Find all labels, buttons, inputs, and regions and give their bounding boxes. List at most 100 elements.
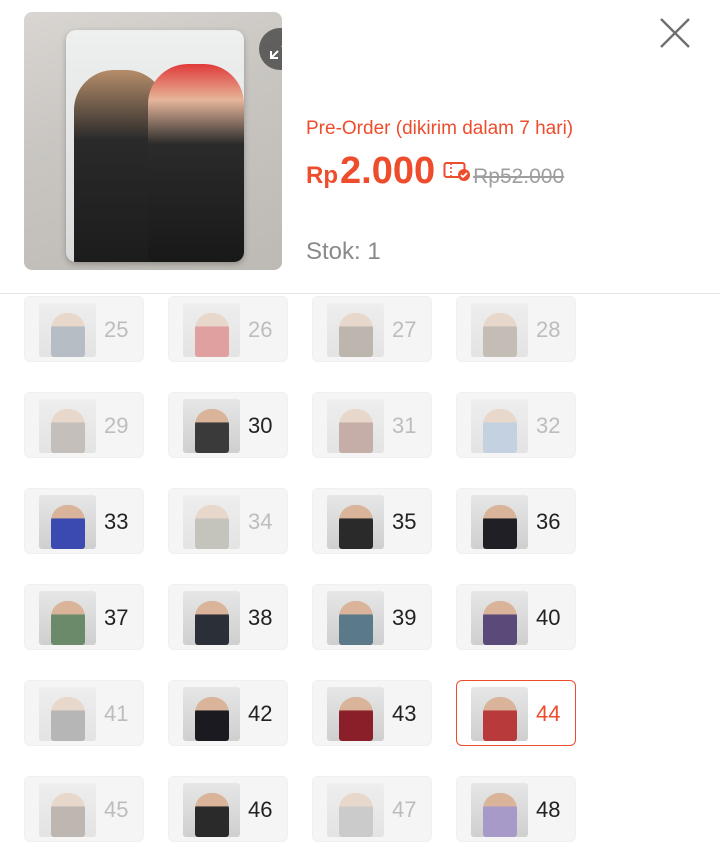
- variant-thumbnail: [183, 687, 240, 741]
- person-figure-right: [148, 64, 244, 262]
- price-currency: Rp: [306, 162, 338, 189]
- variant-option-33[interactable]: 33: [24, 488, 144, 554]
- thumbnail-figure: [195, 697, 229, 741]
- variant-option-40[interactable]: 40: [456, 584, 576, 650]
- photocard-image: [66, 30, 244, 262]
- variant-thumbnail: [183, 303, 240, 357]
- variant-option-27: 27: [312, 296, 432, 362]
- variant-option-36[interactable]: 36: [456, 488, 576, 554]
- thumbnail-figure: [51, 313, 85, 357]
- thumbnail-figure: [483, 313, 517, 357]
- variant-option-44[interactable]: 44: [456, 680, 576, 746]
- original-price: Rp52.000: [473, 165, 565, 188]
- variant-thumbnail: [471, 687, 528, 741]
- thumbnail-figure: [195, 409, 229, 453]
- thumbnail-figure: [483, 793, 517, 837]
- variant-thumbnail: [183, 495, 240, 549]
- thumbnail-figure: [51, 793, 85, 837]
- variant-label: 44: [536, 701, 561, 726]
- variant-thumbnail: [39, 399, 96, 453]
- variant-label: 35: [392, 509, 417, 534]
- variant-label: 37: [104, 605, 129, 630]
- variant-thumbnail: [471, 783, 528, 837]
- preorder-label: Pre-Order (dikirim dalam 7 hari): [306, 118, 574, 139]
- variant-label: 31: [392, 413, 417, 438]
- thumbnail-figure: [339, 409, 373, 453]
- variant-option-39[interactable]: 39: [312, 584, 432, 650]
- variant-option-45: 45: [24, 776, 144, 842]
- variant-option-48[interactable]: 48: [456, 776, 576, 842]
- expand-icon[interactable]: [259, 28, 282, 70]
- thumbnail-figure: [51, 601, 85, 645]
- product-header: Pre-Order (dikirim dalam 7 hari) Rp 2.00…: [0, 0, 720, 294]
- thumbnail-figure: [339, 601, 373, 645]
- variant-option-42[interactable]: 42: [168, 680, 288, 746]
- thumbnail-figure: [195, 313, 229, 357]
- thumbnail-figure: [339, 313, 373, 357]
- thumbnail-figure: [195, 793, 229, 837]
- variant-option-30[interactable]: 30: [168, 392, 288, 458]
- thumbnail-figure: [483, 409, 517, 453]
- product-image[interactable]: [24, 12, 282, 270]
- variant-label: 47: [392, 797, 417, 822]
- variant-thumbnail: [39, 687, 96, 741]
- variant-label: 29: [104, 413, 129, 438]
- variant-option-38[interactable]: 38: [168, 584, 288, 650]
- variant-option-34: 34: [168, 488, 288, 554]
- variant-thumbnail: [39, 495, 96, 549]
- variant-thumbnail: [327, 783, 384, 837]
- variant-thumbnail: [39, 303, 96, 357]
- variant-label: 38: [248, 605, 273, 630]
- variant-label: 39: [392, 605, 417, 630]
- variant-label: 30: [248, 413, 273, 438]
- variant-option-29: 29: [24, 392, 144, 458]
- variant-option-32: 32: [456, 392, 576, 458]
- variant-label: 34: [248, 509, 273, 534]
- variant-label: 25: [104, 317, 129, 342]
- variant-option-41: 41: [24, 680, 144, 746]
- variant-label: 28: [536, 317, 561, 342]
- variant-label: 36: [536, 509, 561, 534]
- variant-thumbnail: [471, 591, 528, 645]
- thumbnail-figure: [483, 601, 517, 645]
- price-row: Rp 2.000 Rp52.000: [306, 150, 564, 196]
- variant-thumbnail: [327, 687, 384, 741]
- thumbnail-figure: [339, 505, 373, 549]
- thumbnail-figure: [51, 505, 85, 549]
- thumbnail-figure: [339, 793, 373, 837]
- voucher-icon: [443, 160, 471, 187]
- close-icon[interactable]: [654, 12, 696, 54]
- variant-label: 33: [104, 509, 129, 534]
- variant-option-46[interactable]: 46: [168, 776, 288, 842]
- variant-thumbnail: [327, 591, 384, 645]
- price-value: 2.000: [340, 150, 436, 192]
- variant-option-43[interactable]: 43: [312, 680, 432, 746]
- variant-label: 46: [248, 797, 273, 822]
- thumbnail-figure: [483, 697, 517, 741]
- thumbnail-figure: [483, 505, 517, 549]
- variant-option-31: 31: [312, 392, 432, 458]
- variant-label: 42: [248, 701, 273, 726]
- variant-label: 41: [104, 701, 129, 726]
- variant-option-37[interactable]: 37: [24, 584, 144, 650]
- thumbnail-figure: [51, 697, 85, 741]
- variant-thumbnail: [471, 495, 528, 549]
- variant-thumbnail: [327, 303, 384, 357]
- variant-thumbnail: [471, 399, 528, 453]
- thumbnail-figure: [195, 505, 229, 549]
- variant-thumbnail: [183, 783, 240, 837]
- variant-label: 27: [392, 317, 417, 342]
- variant-option-26: 26: [168, 296, 288, 362]
- variant-label: 40: [536, 605, 561, 630]
- variant-label: 48: [536, 797, 561, 822]
- thumbnail-figure: [195, 601, 229, 645]
- variant-thumbnail: [39, 591, 96, 645]
- thumbnail-figure: [51, 409, 85, 453]
- variant-option-28: 28: [456, 296, 576, 362]
- thumbnail-figure: [339, 697, 373, 741]
- variant-option-35[interactable]: 35: [312, 488, 432, 554]
- variant-thumbnail: [471, 303, 528, 357]
- variant-label: 26: [248, 317, 273, 342]
- variant-thumbnail: [39, 783, 96, 837]
- variant-option-47: 47: [312, 776, 432, 842]
